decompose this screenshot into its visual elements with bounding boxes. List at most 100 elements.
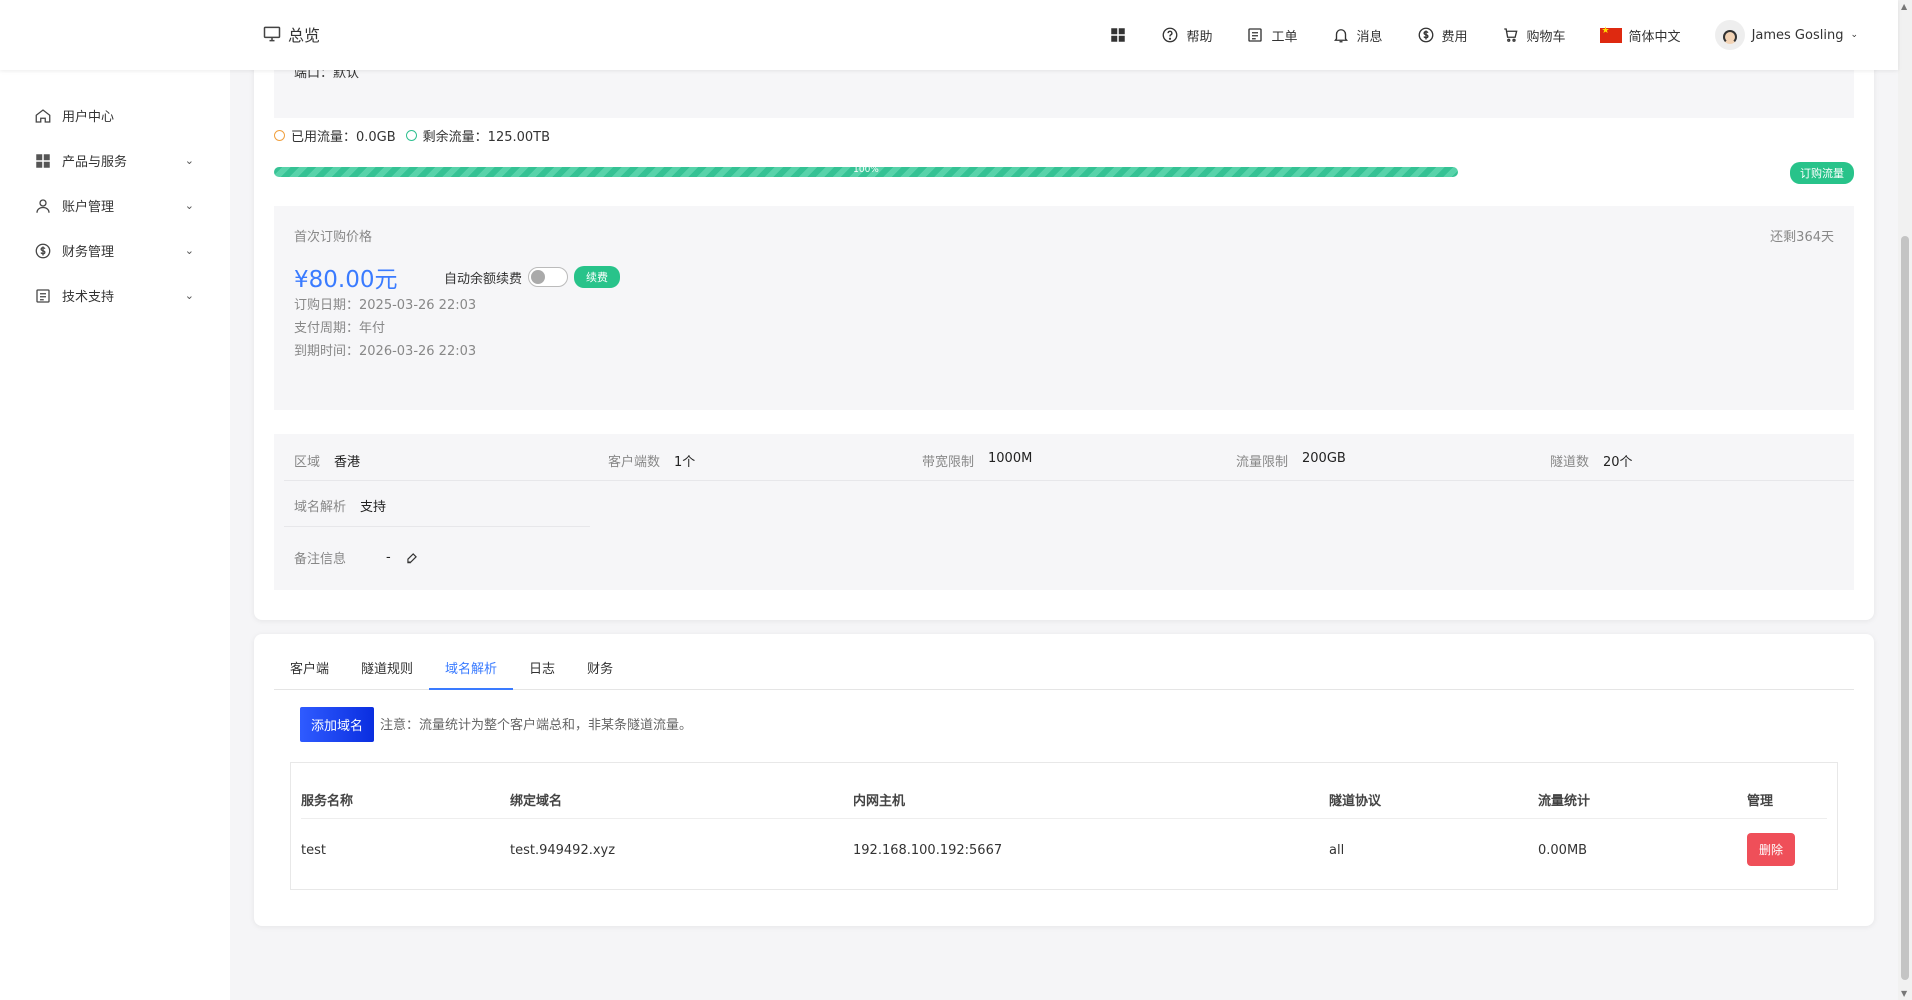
spec-value: 香港 [334, 455, 361, 470]
language-label: 简体中文 [1628, 29, 1681, 45]
chevron-down-icon: ⌄ [184, 199, 194, 212]
dollar-icon [35, 243, 51, 258]
cell-protocol: all [1329, 843, 1345, 858]
expire-date: 到期时间：2026-03-26 22:03 [294, 344, 477, 359]
monitor-icon [263, 26, 281, 42]
tab-domain-resolution[interactable]: 域名解析 [429, 656, 514, 690]
user-name: James Gosling [1751, 27, 1844, 43]
pay-cycle: 支付周期：年付 [294, 321, 386, 336]
overview-link[interactable]: 总览 [262, 22, 320, 46]
spec-key: 带宽限制 [922, 455, 975, 470]
sidebar-item-label: 财务管理 [62, 245, 115, 260]
sidebar-item-label: 技术支持 [62, 290, 115, 305]
spec-key: 区域 [294, 455, 321, 470]
used-dot-icon [274, 130, 285, 141]
page-scrollbar[interactable]: ▲ ▼ [1898, 0, 1912, 1000]
buy-traffic-button[interactable]: 订购流量 [1790, 162, 1854, 184]
user-icon [36, 198, 50, 213]
price-value: ¥80.00元 [294, 267, 398, 293]
sidebar: 用户中心 产品与服务 ⌄ 账户管理 ⌄ 财务管理 ⌄ 技术支持 ⌄ [0, 70, 230, 1000]
fee-label: 费用 [1441, 29, 1468, 45]
help-link[interactable]: 帮助 [1161, 26, 1212, 45]
sidebar-item-label: 产品与服务 [62, 155, 128, 170]
chevron-down-icon: ⌄ [184, 154, 194, 167]
tab-finance[interactable]: 财务 [571, 656, 629, 690]
spec-key: 隧道数 [1550, 455, 1590, 470]
auto-renew-label: 自动余额续费 [444, 271, 523, 287]
sidebar-item-user-center[interactable]: 用户中心 [34, 106, 194, 125]
add-domain-button[interactable]: 添加域名 [300, 707, 375, 742]
sidebar-item-label: 账户管理 [62, 200, 115, 215]
spec-traffic-limit: 流量限制 200GB [1236, 451, 1346, 470]
spec-key: 客户端数 [608, 455, 661, 470]
cell-domain: test.949492.xyz [510, 843, 616, 858]
tab-logs[interactable]: 日志 [513, 656, 571, 690]
price-section: 首次订购价格 还剩364天 ¥80.00元 自动余额续费 续费 订购日期：202… [274, 206, 1854, 410]
cart-link[interactable]: 购物车 [1502, 26, 1566, 45]
sidebar-item-account[interactable]: 账户管理 ⌄ [34, 196, 194, 215]
used-traffic: 已用流量：0.0GB [291, 130, 396, 145]
apps-button[interactable] [1109, 26, 1127, 44]
top-header: 总览 帮助 工单 消息 费用 购物车 简体中文 [0, 0, 1898, 70]
spec-value: 支持 [360, 500, 387, 515]
cart-label: 购物车 [1526, 29, 1566, 45]
auto-renew-toggle[interactable] [528, 267, 569, 287]
first-price-label: 首次订购价格 [294, 230, 373, 245]
delete-button[interactable]: 删除 [1747, 833, 1796, 866]
spec-value: 20个 [1603, 455, 1633, 470]
bell-icon [1333, 29, 1348, 43]
language-switch[interactable]: 简体中文 [1599, 26, 1681, 45]
cell-traffic: 0.00MB [1538, 843, 1588, 858]
domain-table: 服务名称 绑定域名 内网主机 隧道协议 流量统计 管理 test test.94… [290, 762, 1838, 890]
column-header: 绑定域名 [510, 794, 563, 809]
sidebar-item-support[interactable]: 技术支持 ⌄ [34, 286, 194, 305]
china-flag-icon [1599, 26, 1622, 43]
tab-clients[interactable]: 客户端 [274, 656, 345, 690]
table-row: test test.949492.xyz 192.168.100.192:566… [291, 819, 1837, 889]
traffic-summary: 已用流量：0.0GB 剩余流量：125.00TB [274, 126, 550, 145]
spec-value: 1个 [674, 455, 696, 470]
spec-dns: 域名解析 支持 [294, 496, 386, 515]
grid-icon [1111, 28, 1126, 42]
user-menu[interactable]: James Gosling ⌄ [1714, 20, 1858, 50]
spec-bandwidth: 带宽限制 1000M [922, 451, 1032, 470]
spec-clients: 客户端数 1个 [608, 451, 695, 470]
overview-label: 总览 [288, 26, 321, 45]
top-nav: 帮助 工单 消息 费用 购物车 简体中文 James Gosling ⌄ [1109, 0, 1858, 70]
column-header: 内网主机 [853, 794, 906, 809]
spec-value: 1000M [988, 451, 1033, 466]
message-link[interactable]: 消息 [1332, 26, 1383, 45]
spec-region: 区域 香港 [294, 451, 360, 470]
column-header: 隧道协议 [1329, 794, 1382, 809]
chevron-down-icon: ⌄ [184, 244, 194, 257]
tab-tunnel-rules[interactable]: 隧道规则 [345, 656, 429, 690]
sidebar-item-label: 用户中心 [62, 110, 115, 125]
ticket-label: 工单 [1271, 29, 1298, 45]
scroll-up-icon[interactable]: ▲ [1901, 2, 1907, 11]
chevron-down-icon: ⌄ [184, 289, 194, 302]
traffic-progress-bar: 100% [274, 167, 1458, 177]
spec-key: 域名解析 [294, 500, 347, 515]
scrollbar-thumb[interactable] [1901, 236, 1909, 980]
spec-remark: 备注信息 - [294, 548, 419, 567]
document-icon [36, 288, 50, 303]
avatar [1714, 20, 1745, 50]
divider [284, 526, 590, 527]
product-detail-card: 端口：默认 已用流量：0.0GB 剩余流量：125.00TB 100% 订购流量… [254, 40, 1874, 620]
grid-icon [36, 153, 50, 168]
sidebar-item-products[interactable]: 产品与服务 ⌄ [34, 151, 194, 170]
progress-label: 100% [853, 167, 879, 175]
remaining-dot-icon [405, 130, 417, 141]
scroll-down-icon[interactable]: ▼ [1901, 989, 1907, 998]
ticket-link[interactable]: 工单 [1246, 26, 1298, 45]
edit-icon[interactable] [405, 551, 419, 565]
column-header: 流量统计 [1538, 794, 1591, 809]
home-icon [35, 108, 51, 123]
renew-button[interactable]: 续费 [574, 266, 621, 288]
cell-host: 192.168.100.192:5667 [853, 843, 1003, 858]
order-date: 订购日期：2025-03-26 22:03 [294, 298, 477, 313]
spec-key: 备注信息 [294, 552, 347, 567]
fee-link[interactable]: 费用 [1417, 26, 1468, 45]
column-header: 管理 [1747, 794, 1774, 809]
sidebar-item-finance[interactable]: 财务管理 ⌄ [34, 241, 194, 260]
